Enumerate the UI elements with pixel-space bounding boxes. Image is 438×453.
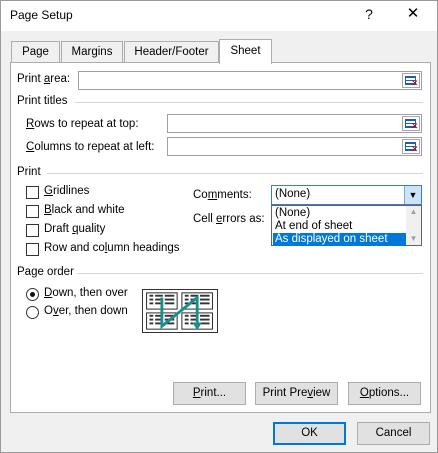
black-white-label: Black and white (44, 204, 125, 216)
close-button[interactable]: ✕ (399, 4, 427, 26)
print-area-label: Print area: (17, 73, 71, 85)
collapse-dialog-icon[interactable]: ✕ (402, 73, 420, 88)
gridlines-checkbox[interactable] (26, 186, 39, 199)
rows-repeat-input[interactable]: ✕ (167, 114, 422, 133)
columns-repeat-label: Columns to repeat at left: (26, 141, 155, 153)
comments-option-none[interactable]: (None) (273, 207, 407, 220)
cell-errors-label: Cell errors as: (193, 213, 265, 225)
window-title: Page Setup (10, 8, 73, 22)
black-white-checkbox[interactable] (26, 205, 39, 218)
tab-page[interactable]: Page (11, 41, 60, 63)
gridlines-label: Gridlines (44, 185, 90, 197)
help-button[interactable]: ? (358, 4, 380, 26)
print-preview-button[interactable]: Print Preview (255, 382, 338, 405)
ok-button[interactable]: OK (273, 422, 346, 445)
row-column-headings-label: Row and column headings (44, 242, 180, 254)
draft-quality-checkbox[interactable] (26, 224, 39, 237)
page-order-preview-icon (142, 289, 218, 333)
page-order-separator (77, 273, 423, 274)
down-then-over-label: Down, then over (44, 287, 128, 299)
comments-select[interactable]: (None) ▼ (271, 185, 422, 205)
row-column-headings-checkbox[interactable] (26, 243, 39, 256)
dropdown-scrollbar[interactable]: ▲ ▼ (406, 206, 421, 245)
print-button[interactable]: Print... (173, 382, 246, 405)
tab-sheet[interactable]: Sheet (219, 39, 272, 64)
columns-repeat-input[interactable]: ✕ (167, 137, 422, 156)
comments-label: Comments: (193, 189, 252, 201)
print-group-label: Print (17, 166, 41, 178)
tab-header-footer[interactable]: Header/Footer (124, 41, 219, 63)
comments-selected-value: (None) (275, 188, 311, 200)
comments-option-end-of-sheet[interactable]: At end of sheet (273, 220, 407, 233)
print-titles-separator (75, 102, 423, 103)
over-then-down-radio[interactable] (26, 306, 39, 319)
page-order-group-label: Page order (17, 266, 74, 278)
print-titles-group-label: Print titles (17, 95, 68, 107)
collapse-dialog-icon[interactable]: ✕ (402, 116, 420, 131)
over-then-down-label: Over, then down (44, 305, 128, 317)
options-button[interactable]: Options... (348, 382, 421, 405)
rows-repeat-label: Rows to repeat at top: (26, 118, 139, 130)
print-area-input[interactable]: ✕ (78, 71, 422, 90)
down-then-over-radio[interactable] (26, 288, 39, 301)
print-separator (47, 173, 423, 174)
comments-dropdown-list: (None) At end of sheet As displayed on s… (271, 205, 422, 246)
scroll-up-icon[interactable]: ▲ (406, 206, 421, 218)
cancel-button[interactable]: Cancel (357, 422, 430, 445)
scroll-down-icon[interactable]: ▼ (406, 233, 421, 245)
comments-option-as-displayed[interactable]: As displayed on sheet (273, 233, 407, 246)
draft-quality-label: Draft quality (44, 223, 106, 235)
collapse-dialog-icon[interactable]: ✕ (402, 139, 420, 154)
tab-margins[interactable]: Margins (61, 41, 123, 63)
chevron-down-icon[interactable]: ▼ (404, 186, 421, 204)
title-bar: Page Setup ? ✕ (1, 1, 437, 31)
page-setup-dialog: Page Setup ? ✕ Page Margins Header/Foote… (0, 0, 438, 453)
